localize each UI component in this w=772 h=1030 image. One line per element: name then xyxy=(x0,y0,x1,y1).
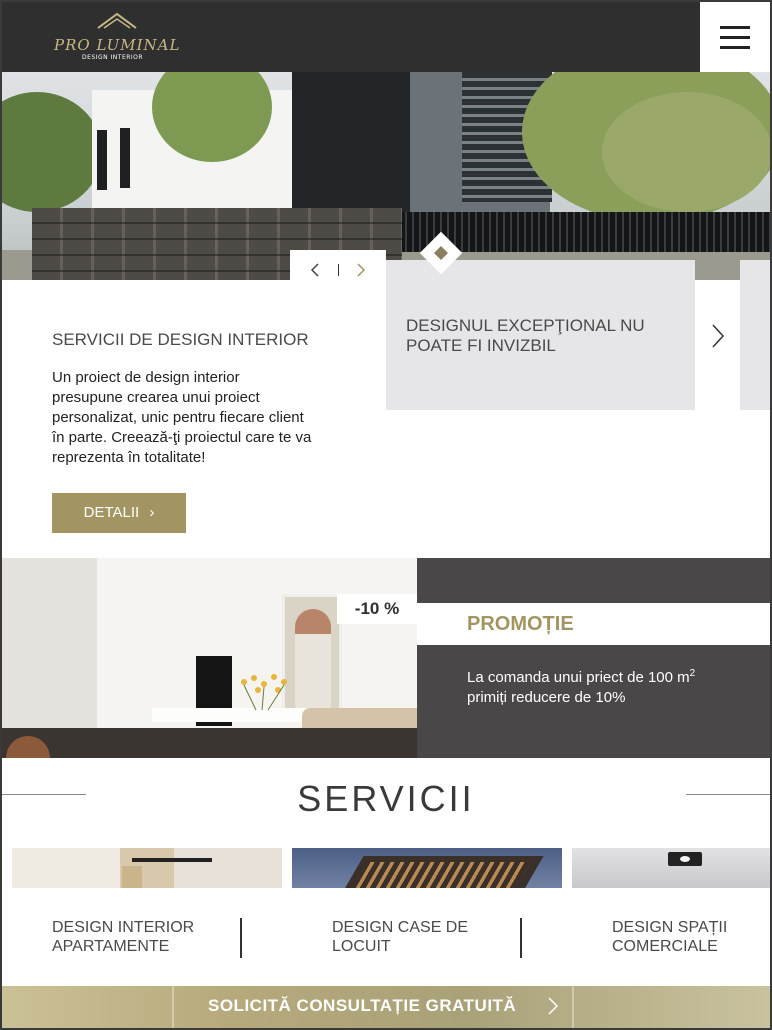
service-apartments-label[interactable]: DESIGN INTERIOR APARTAMENTE xyxy=(52,918,232,956)
details-button-label: DETALII xyxy=(83,504,140,521)
service-houses-label[interactable]: DESIGN CASE DE LOCUIT xyxy=(332,918,502,956)
hamburger-menu-icon xyxy=(720,26,750,29)
chevron-right-icon: › xyxy=(149,504,155,521)
chevron-right-icon[interactable] xyxy=(354,262,368,278)
divider xyxy=(520,918,522,958)
chevron-right-icon[interactable] xyxy=(708,322,728,350)
consultation-button[interactable]: SOLICITĂ CONSULTAȚIE GRATUITĂ xyxy=(2,986,770,1028)
logo[interactable]: PRO LUMINAL DESIGN INTERIOR xyxy=(46,12,188,64)
service-commercial-label[interactable]: DESIGN SPAȚII COMERCIALE xyxy=(612,918,762,956)
service-image-apartments[interactable] xyxy=(12,848,282,890)
slide-card[interactable]: DESIGNUL EXCEPŢIONAL NU POATE FI INVIZBI… xyxy=(386,260,695,410)
slider-controls xyxy=(290,250,386,290)
discount-badge: -10 % xyxy=(337,594,417,624)
intro-text: Un proiect de design interior presupune … xyxy=(52,369,312,466)
hero-image xyxy=(2,72,770,280)
consultation-button-label: SOLICITĂ CONSULTAȚIE GRATUITĂ xyxy=(208,996,517,1015)
promo-label: PROMOȚIE xyxy=(467,613,574,635)
promo-panel: PROMOȚIE La comanda unui priect de 100 m… xyxy=(417,558,770,758)
details-button[interactable]: DETALII › xyxy=(52,493,186,533)
slider-separator xyxy=(338,264,339,276)
next-slide-peek[interactable] xyxy=(740,260,770,410)
diamond-icon xyxy=(434,246,448,260)
service-image-commercial[interactable] xyxy=(572,848,770,890)
divider xyxy=(240,918,242,958)
logo-text: PRO LUMINAL xyxy=(54,36,181,54)
promo-image xyxy=(2,558,417,758)
services-title: SERVICII xyxy=(297,778,475,819)
page: PRO LUMINAL DESIGN INTERIOR DESIGNUL EXC… xyxy=(2,2,770,1028)
hamburger-menu-icon xyxy=(720,36,750,39)
hamburger-menu-button[interactable] xyxy=(700,2,770,72)
logo-roof-icon xyxy=(97,12,137,29)
hamburger-menu-icon xyxy=(720,46,750,49)
logo-subtext: DESIGN INTERIOR xyxy=(82,54,144,61)
header: PRO LUMINAL DESIGN INTERIOR xyxy=(2,2,770,72)
service-image-houses[interactable] xyxy=(292,848,562,890)
promo-text: La comanda unui priect de 100 m2 primiți … xyxy=(467,668,696,706)
chevron-right-icon xyxy=(548,997,559,1015)
section-heading: SERVICII DE DESIGN INTERIOR xyxy=(52,330,309,349)
chevron-left-icon[interactable] xyxy=(308,262,322,278)
slide-title: DESIGNUL EXCEPŢIONAL NU POATE FI INVIZBI… xyxy=(406,316,645,355)
